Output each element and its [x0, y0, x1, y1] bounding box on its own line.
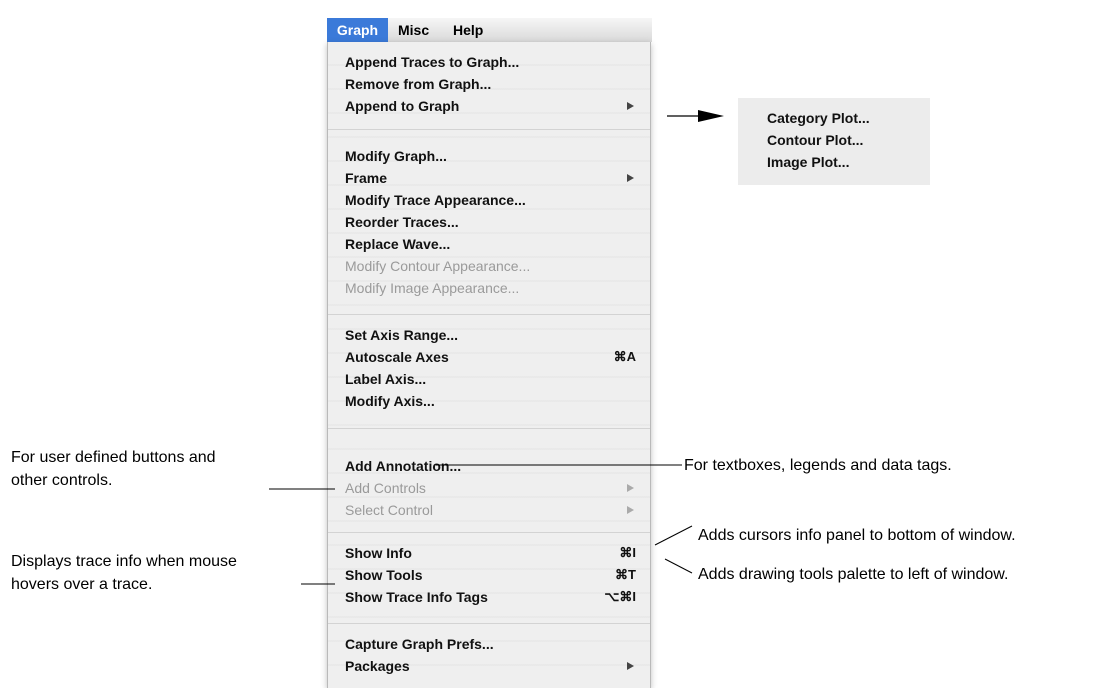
leader-line-show-tools — [664, 558, 693, 574]
note-line: other controls. — [11, 472, 113, 489]
note-user-buttons: For user defined buttons and other contr… — [11, 446, 216, 492]
note-line: Displays trace info when mouse — [11, 553, 237, 570]
note-line: For user defined buttons and — [11, 449, 216, 466]
arrowhead-icon — [698, 110, 724, 122]
note-cursors: Adds cursors info panel to bottom of win… — [698, 527, 1016, 544]
leader-line-show-info — [654, 525, 693, 546]
note-trace-info: Displays trace info when mouse hovers ov… — [11, 550, 237, 596]
note-line: hovers over a trace. — [11, 576, 153, 593]
note-drawing-tools: Adds drawing tools palette to left of wi… — [698, 566, 1009, 583]
note-textboxes: For textboxes, legends and data tags. — [684, 457, 952, 474]
